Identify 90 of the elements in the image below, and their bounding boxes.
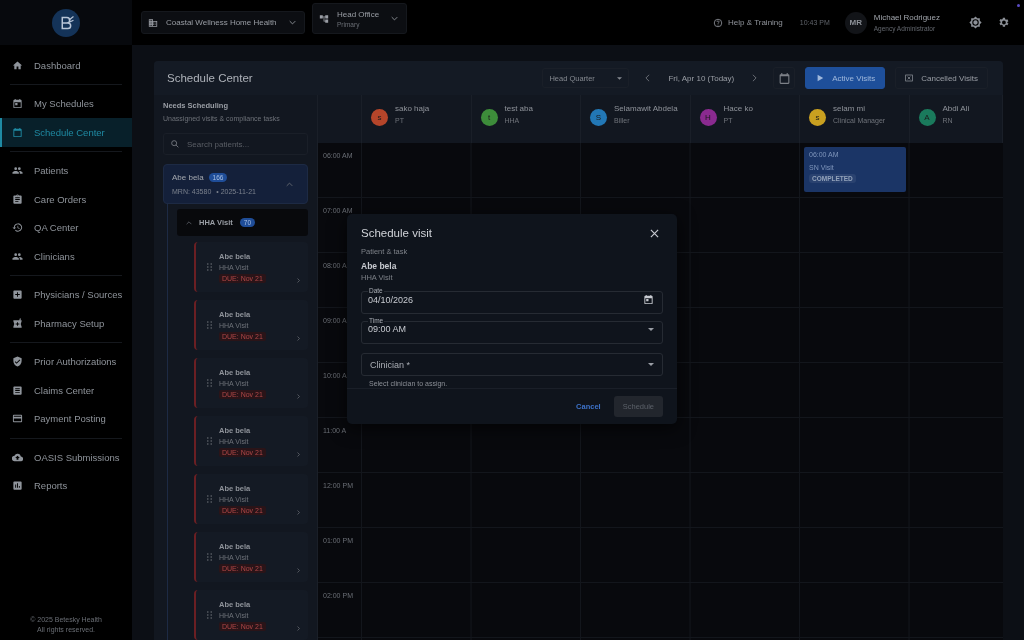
search-field[interactable]: Search patients... [163,133,308,155]
nav-item[interactable]: Patients [0,156,132,185]
card-icon [12,413,23,425]
people-icon [12,250,23,262]
nav-item[interactable]: OASIS Submissions [0,443,132,472]
office-name: Head Office [337,9,381,19]
calendar-button[interactable] [773,67,796,89]
calendar-icon [777,71,791,85]
hierarchy-icon [319,13,329,24]
clinician-select[interactable]: Clinician * [361,353,663,376]
document-icon [12,384,23,396]
pharmacy-icon [12,317,23,329]
caret-icon [648,363,654,366]
chevron-right-icon [297,452,300,457]
question-icon [713,17,724,28]
clinician-name: Selamawit Abdela [614,104,678,113]
chevron-right-icon[interactable] [752,74,758,82]
nav-item[interactable]: Claims Center [0,376,132,405]
people-icon [12,165,23,177]
clinician-avatar: s [371,108,388,126]
caret-icon [648,327,654,331]
patient-name: Abe bela [361,261,398,271]
nav-item[interactable]: Clinicians [0,242,132,271]
page-title: Schedule Center [167,72,253,84]
nav-item[interactable]: Reports [0,471,132,500]
chevron-right-icon [297,568,300,573]
drag-handle-icon[interactable] [207,611,212,619]
chevron-right-icon [297,394,300,399]
shield-icon [12,356,23,368]
history-icon [12,222,23,234]
nav-item[interactable]: Schedule Center [0,118,132,147]
clinician-avatar: H [699,108,717,126]
chevron-right-icon [297,278,300,283]
visits-tab[interactable]: Active Visits [805,67,886,89]
drag-handle-icon[interactable] [207,379,212,387]
current-date: Fri, Apr 10 (Today) [668,73,735,83]
search-icon [170,139,180,149]
help-link[interactable]: Help & Training [713,17,783,28]
chevron-down-icon [289,20,296,25]
chevron-left-icon[interactable] [645,74,651,82]
cloud-upload-icon [12,451,23,463]
drag-handle-icon[interactable] [207,553,212,561]
caret-icon [617,76,623,80]
nav-item[interactable]: QA Center [0,213,132,242]
calendar-icon [12,98,23,110]
user-name: Michael Rodriguez [873,13,940,22]
settings-icon[interactable] [997,16,1010,29]
clinician-avatar: S [590,108,607,126]
play-icon [816,74,825,82]
calendar-icon [643,294,654,305]
chevron-right-icon [297,510,300,515]
bar-chart-icon [12,480,23,492]
user-avatar[interactable]: MR [844,11,867,34]
drag-handle-icon[interactable] [207,321,212,329]
nav-item[interactable]: Pharmacy Setup [0,309,132,338]
drag-handle-icon[interactable] [207,495,212,503]
clipboard-icon [12,193,23,205]
chevron-down-icon [391,16,398,21]
nav-item[interactable]: Dashboard [0,51,132,80]
clinician-avatar: A [918,108,936,126]
nav-item[interactable]: Care Orders [0,185,132,214]
drag-handle-icon[interactable] [207,263,212,271]
patient-name: Abe bela [172,173,204,182]
visits-tab[interactable]: Cancelled Visits [895,67,988,89]
chevron-right-icon [297,626,300,631]
close-icon[interactable] [650,228,659,238]
chevron-right-icon [297,336,300,341]
chevron-up-icon[interactable] [286,181,293,187]
clinician-name: sako haja [395,104,430,113]
organization-select[interactable]: Coastal Wellness Home Health [141,11,305,34]
logo-icon [52,8,80,37]
clinician-avatar: t [480,108,498,126]
x-box-icon [905,74,914,82]
clinician-name: selam mi [833,104,866,113]
notification-dot [1017,4,1020,7]
clinician-name: Hace ko [723,104,753,113]
building-icon [148,17,158,28]
house-icon [12,59,23,71]
nav-item[interactable]: My Schedules [0,89,132,118]
nav-item[interactable]: Prior Authorizations [0,347,132,376]
calendar-icon [12,126,23,138]
clinician-name: test aba [504,104,533,113]
dialog-title: Schedule visit [361,227,432,239]
nav-item[interactable]: Physicians / Sources [0,280,132,309]
clinician-avatar: s [809,108,826,126]
drag-handle-icon[interactable] [207,437,212,445]
plus-box-icon [12,289,23,301]
clinician-name: Abdi Ali [942,104,970,113]
nav-item[interactable]: Payment Posting [0,404,132,433]
brightness-icon[interactable] [969,16,982,29]
